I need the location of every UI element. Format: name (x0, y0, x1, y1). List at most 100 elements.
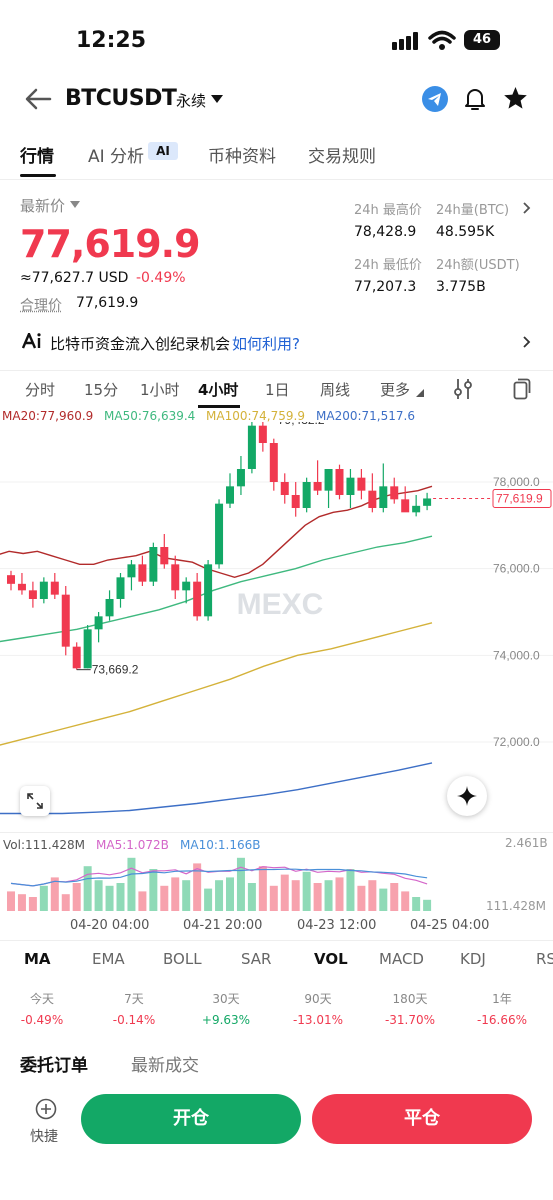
period-return: 180天 -31.70% (380, 990, 440, 1027)
period-return: 90天 -13.01% (288, 990, 348, 1027)
indicator-ema[interactable]: EMA (92, 950, 125, 968)
contract-type[interactable]: 永续 (176, 90, 206, 111)
chevron-down-icon[interactable] (211, 95, 223, 103)
tab-coin-info[interactable]: 币种资料 (208, 142, 276, 167)
volume-bar (116, 883, 125, 911)
volume-bar (17, 894, 26, 911)
close-position-button[interactable]: 平仓 (312, 1094, 532, 1144)
low-value: 77,207.3 (354, 279, 417, 295)
interval-1d[interactable]: 1日 (265, 379, 290, 400)
open-position-button[interactable]: 开仓 (81, 1094, 301, 1144)
divider (0, 832, 553, 833)
candle (39, 577, 48, 604)
indicator-boll[interactable]: BOLL (163, 950, 202, 968)
interval-more[interactable]: 更多 (380, 379, 410, 400)
period-value: -0.49% (20, 1013, 64, 1027)
quick-button[interactable]: 快捷 (24, 1097, 68, 1147)
expand-button[interactable] (20, 786, 50, 816)
volume-bar (247, 883, 256, 911)
banner-link[interactable]: 如何利用? (232, 333, 300, 354)
volume-bar (302, 871, 311, 911)
last-price-tag: 77,619.9 (496, 491, 543, 505)
indicator-sar[interactable]: SAR (241, 950, 271, 968)
ai-banner[interactable]: 比特币资金流入创纪录机会 如何利用? (0, 324, 553, 360)
volume-btc-label: 24h量(BTC) (436, 203, 510, 218)
candle (280, 473, 289, 504)
landscape-icon[interactable] (513, 378, 531, 400)
usd-price: ≈77,627.7 USD (20, 270, 129, 286)
y-tick-label: 78,000.0 (493, 475, 540, 489)
chevron-right-icon[interactable] (523, 202, 531, 214)
candle (313, 460, 322, 495)
indicator-rsi[interactable]: RS (536, 950, 553, 968)
vol-ma10-legend: MA10:1.166B (180, 838, 261, 852)
tab-trading-rules[interactable]: 交易规则 (308, 142, 376, 167)
candle (269, 438, 278, 491)
tab-open-orders[interactable]: 委托订单 (20, 1051, 88, 1076)
symbol-title[interactable]: BTCUSDT (65, 86, 177, 111)
volume-bar (412, 897, 421, 911)
volume-btc-value: 48.595K (436, 224, 495, 240)
interval-1h[interactable]: 1小时 (140, 379, 180, 400)
candlestick-chart[interactable]: MEXC 79,432.2 73,669.2 77,619.9 78,000.0 76… (0, 422, 553, 832)
volume-bar (291, 880, 300, 911)
interval-15m[interactable]: 15分 (84, 379, 118, 400)
interval-week[interactable]: 周线 (320, 379, 350, 400)
candle (423, 492, 432, 511)
candle (258, 422, 267, 452)
period-label: 1年 (492, 992, 512, 1006)
tab-market[interactable]: 行情 (20, 142, 54, 167)
chevron-right-icon (523, 336, 531, 348)
volume-chart (7, 857, 432, 911)
caret-down-icon[interactable] (70, 201, 80, 208)
watermark: MEXC (237, 588, 324, 621)
bell-icon[interactable] (464, 86, 486, 112)
candle (50, 573, 59, 599)
indicator-settings-icon[interactable] (453, 378, 473, 400)
candle (149, 542, 158, 586)
caret-down-icon[interactable] (416, 389, 424, 397)
back-arrow-icon[interactable] (24, 87, 52, 111)
high-annotation: 79,432.2 (278, 422, 325, 427)
interval-line[interactable]: 分时 (25, 379, 55, 400)
candle (138, 555, 147, 586)
period-value: -0.14% (112, 1013, 156, 1027)
volume-bar (236, 857, 245, 911)
fair-price: 77,619.9 (76, 295, 139, 311)
quick-label: 快捷 (30, 1129, 58, 1145)
period-value: -31.70% (384, 1013, 436, 1027)
volume-bar (280, 874, 289, 911)
volume-bar (357, 885, 366, 911)
volume-bar (39, 885, 48, 911)
indicator-vol[interactable]: VOL (314, 950, 348, 968)
low-label: 24h 最低价 (354, 258, 422, 273)
indicator-macd[interactable]: MACD (379, 950, 424, 968)
tab-ai-analysis[interactable]: AI 分析 (88, 142, 144, 167)
star-icon[interactable] (503, 86, 528, 110)
divider (0, 370, 553, 371)
ma200-line (0, 762, 433, 815)
status-time: 12:25 (76, 28, 147, 53)
volume-bar (390, 883, 399, 911)
fair-price-label[interactable]: 合理价 (20, 295, 62, 315)
volume-bar (269, 885, 278, 911)
candle (72, 642, 81, 670)
active-interval-indicator (198, 405, 240, 408)
telegram-icon[interactable] (422, 86, 448, 112)
indicator-kdj[interactable]: KDJ (460, 950, 486, 968)
volume-bar (204, 888, 213, 911)
interval-4h[interactable]: 4小时 (198, 379, 238, 400)
candle (368, 473, 377, 513)
candle (116, 573, 125, 608)
active-tab-indicator (20, 174, 56, 177)
volume-bar (61, 894, 70, 911)
tab-latest-trades[interactable]: 最新成交 (131, 1051, 199, 1076)
last-price-label[interactable]: 最新价 (20, 195, 65, 216)
candle (127, 560, 136, 591)
divider (0, 179, 553, 180)
volume-bar (149, 869, 158, 911)
indicator-ma[interactable]: MA (24, 950, 51, 968)
ai-sparkle-button[interactable] (447, 776, 487, 816)
candle (193, 573, 202, 621)
period-return: 今天 -0.49% (12, 990, 72, 1027)
